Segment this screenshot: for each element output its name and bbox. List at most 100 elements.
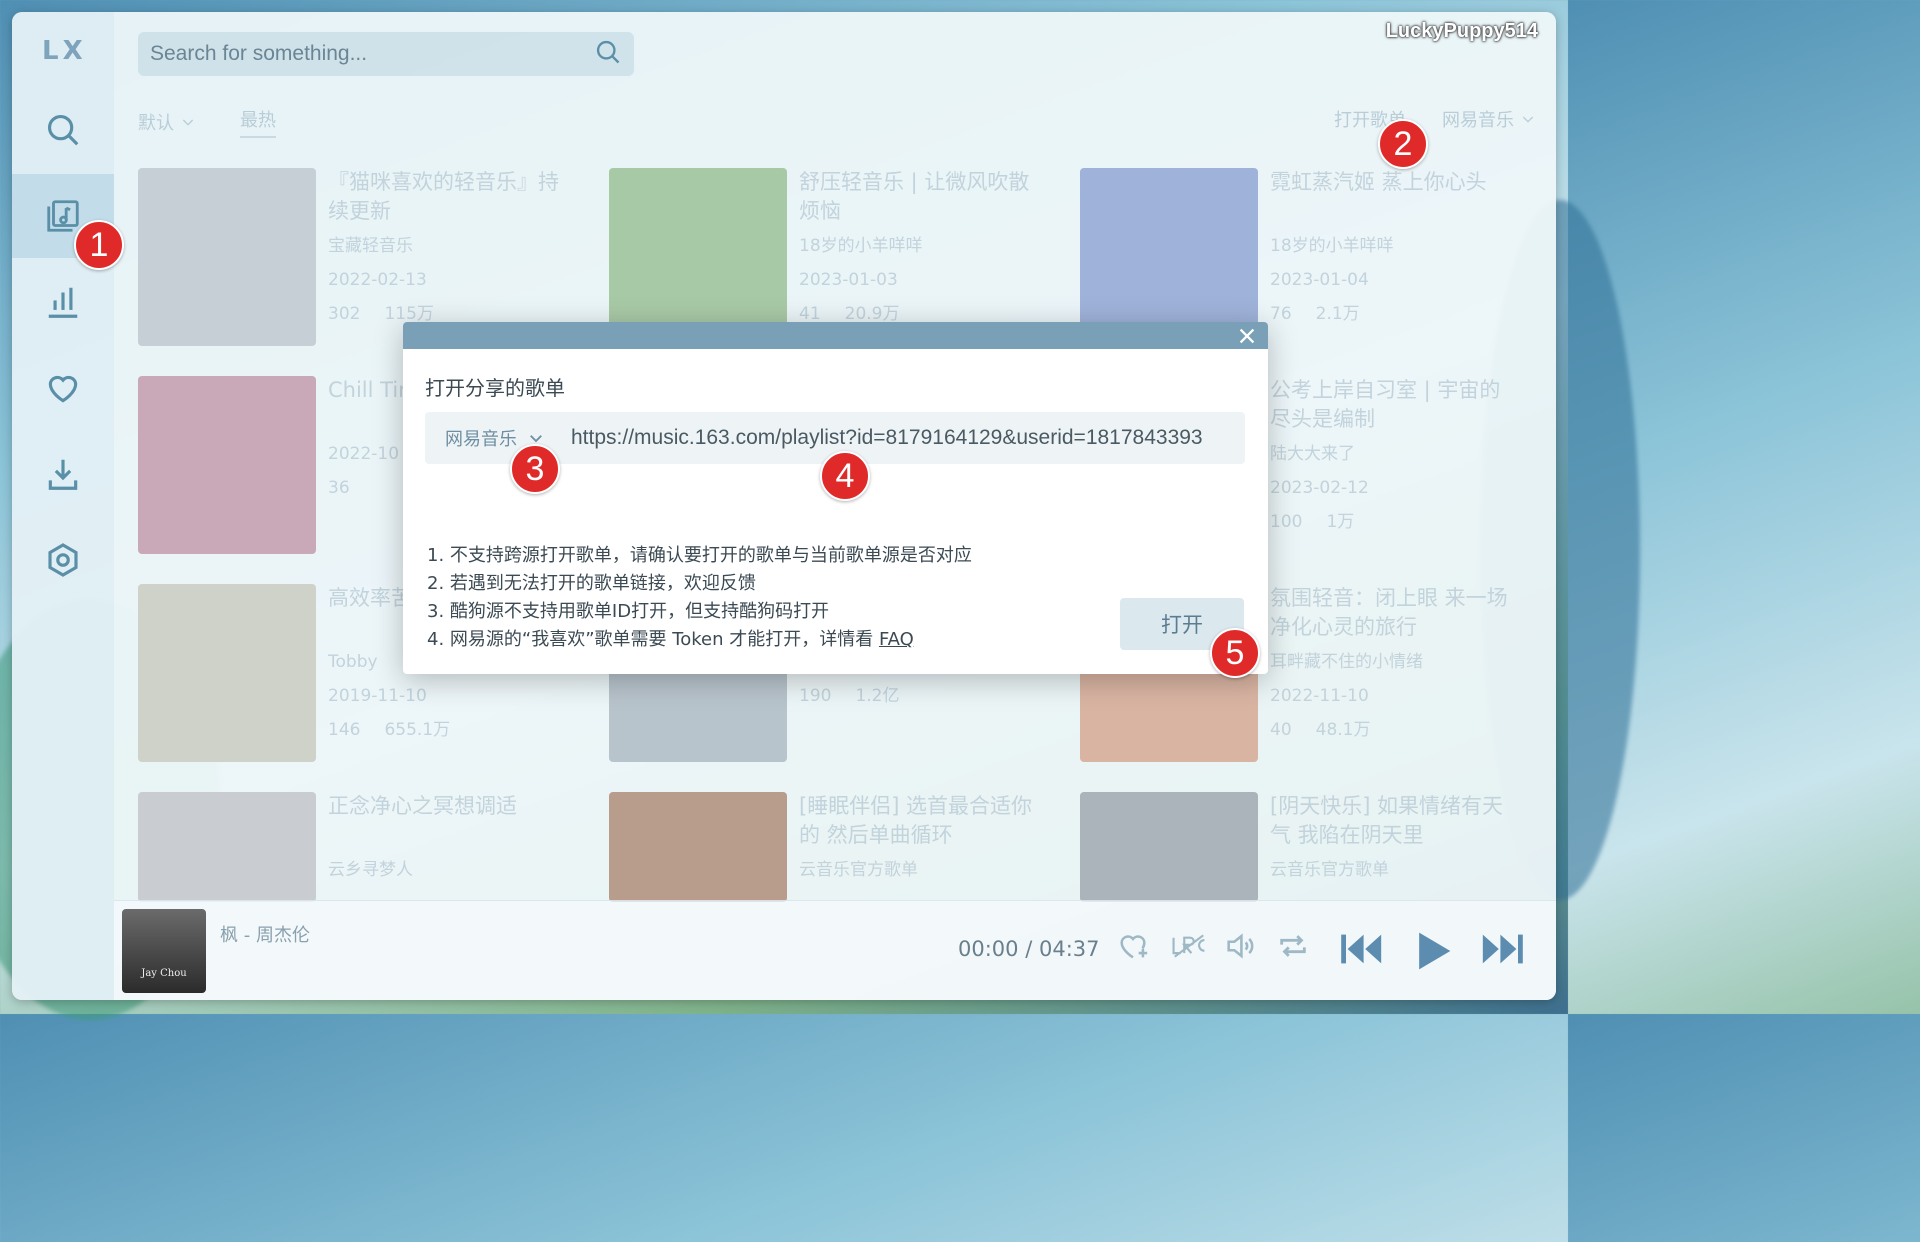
song-count: 76 [1270,304,1292,324]
heart-add-icon [1120,935,1148,959]
playlist-cover [1080,792,1258,902]
lyrics-button[interactable] [1170,929,1208,963]
search-bar[interactable] [138,32,634,76]
song-count: 100 [1270,512,1303,532]
help-notes: 1. 不支持跨源打开歌单，请确认要打开的歌单与当前歌单源是否对应 2. 若遇到无… [427,542,972,654]
playlist-cover [138,376,316,554]
annotation-badge: 5 [1210,628,1260,678]
playlist-cover [138,168,316,346]
bar-chart-icon [48,287,78,318]
now-playing-title: 枫 - 周杰伦 [220,925,310,946]
app-logo: LX [42,36,87,66]
nav-leaderboard[interactable] [12,260,114,344]
playlist-author: 陆大大来了 [1270,444,1355,464]
note-item: 1. 不支持跨源打开歌单，请确认要打开的歌单与当前歌单源是否对应 [427,545,972,566]
source-tabs: 打开歌单 网易音乐 [1334,106,1536,132]
nav-settings[interactable] [12,518,114,602]
playlist-url-input[interactable] [565,412,1245,464]
playlist-card[interactable]: 『猫咪喜欢的轻音乐』持续更新 宝藏轻音乐 2022-02-13 302 115万 [138,168,578,348]
nav-search[interactable] [12,88,114,172]
repeat-button[interactable] [1276,929,1310,963]
playlist-title: 氛围轻音：闭上眼 来一场净化心灵的旅行 [1270,586,1508,639]
playlist-author: 耳畔藏不住的小情绪 [1270,652,1423,672]
playlist-date: 2023-01-03 [799,270,898,290]
playlist-cover [138,584,316,762]
volume-button[interactable] [1222,929,1258,963]
play-count: 2.1万 [1315,304,1360,324]
player-bar: Jay Chou 枫 - 周杰伦 00:00 / 04:37 [114,900,1556,1000]
playlist-title: [睡眠伴侣] 选首最合适你的 然后单曲循环 [799,794,1033,847]
play-button[interactable] [1410,929,1454,973]
lyrics-icon [1172,934,1205,958]
search-icon[interactable] [594,38,622,70]
annotation-badge: 1 [74,220,124,270]
next-button[interactable] [1478,929,1526,969]
playlist-date: 2019-11-10 [328,686,427,706]
playlist-title: [阴天快乐] 如果情绪有天气 我陷在阴天里 [1270,794,1504,847]
playlist-title: 舒压轻音乐 | 让微风吹散烦恼 [799,170,1030,223]
playlist-author: 18岁的小羊咩咩 [799,236,923,256]
playlist-card[interactable]: 舒压轻音乐 | 让微风吹散烦恼 18岁的小羊咩咩 2023-01-03 41 20… [609,168,1049,348]
previous-button[interactable] [1338,929,1386,969]
playlist-date: 2022-11-10 [1270,686,1369,706]
annotation-badge: 3 [510,444,560,494]
play-count: 1万 [1326,512,1355,532]
playlist-author: 云音乐官方歌单 [1270,860,1389,880]
play-icon [1419,932,1451,970]
tab-default[interactable]: 默认 [138,106,196,138]
dialog-title: 打开分享的歌单 [425,376,565,400]
song-count: 146 [328,720,361,740]
dialog-header [403,322,1268,349]
music-library-icon [47,200,79,232]
note-item: 4. 网易源的“我喜欢”歌单需要 Token 才能打开，详情看 FAQ [427,629,914,650]
download-icon [48,459,78,490]
settings-icon [48,543,78,577]
nav-favorites[interactable] [12,346,114,430]
favorite-button[interactable] [1116,929,1150,963]
close-button[interactable] [1236,325,1258,347]
chevron-down-icon [182,119,194,126]
search-icon [47,114,79,146]
play-count: 48.1万 [1315,720,1371,740]
volume-icon [1227,933,1254,959]
skip-next-icon [1482,934,1523,964]
playlist-author: 云乡寻梦人 [328,860,413,880]
playlist-author: 宝藏轻音乐 [328,236,413,256]
playlist-date: 2022-02-13 [328,270,427,290]
playlist-title: 正念净心之冥想调适 [328,794,517,818]
playlist-author: 云音乐官方歌单 [799,860,918,880]
sort-tabs: 默认 最热 [138,106,276,138]
song-count: 190 [799,686,832,706]
heart-icon [48,375,78,403]
playlist-cover [138,792,316,902]
playlist-title: 『猫咪喜欢的轻音乐』持续更新 [328,170,559,223]
playlist-date: 2023-01-04 [1270,270,1369,290]
annotation-badge: 4 [820,451,870,501]
playlist-cover [1080,168,1258,346]
source-dropdown[interactable]: 网易音乐 [1442,106,1536,132]
close-icon [1239,328,1255,344]
faq-link[interactable]: FAQ [879,629,914,650]
sidebar: LX [12,12,114,1000]
playlist-author: 18岁的小羊咩咩 [1270,236,1394,256]
tab-hot[interactable]: 最热 [240,106,276,138]
song-count: 40 [1270,720,1292,740]
note-item: 3. 酷狗源不支持用歌单ID打开，但支持酷狗码打开 [427,601,830,622]
playlist-title: 霓虹蒸汽姬 蒸上你心头 [1270,170,1487,194]
repeat-icon [1280,935,1306,957]
annotation-badge: 2 [1378,119,1428,169]
song-count: 302 [328,304,361,324]
search-input[interactable] [150,42,594,66]
album-cover[interactable]: Jay Chou [122,909,206,993]
skip-previous-icon [1341,934,1382,964]
play-count: 1.2亿 [855,686,900,706]
nav-download[interactable] [12,432,114,516]
playlist-card[interactable]: 霓虹蒸汽姬 蒸上你心头 18岁的小羊咩咩 2023-01-04 76 2.1万 [1080,168,1520,348]
user-name: LuckyPuppy514 [1385,20,1538,42]
playlist-cover [609,792,787,902]
playlist-date: 2023-02-12 [1270,478,1369,498]
playlist-title: 公考上岸自习室 | 宇宙的尽头是编制 [1270,378,1501,431]
chevron-down-icon [1522,116,1534,123]
song-count: 36 [328,478,350,498]
play-count: 655.1万 [384,720,451,740]
